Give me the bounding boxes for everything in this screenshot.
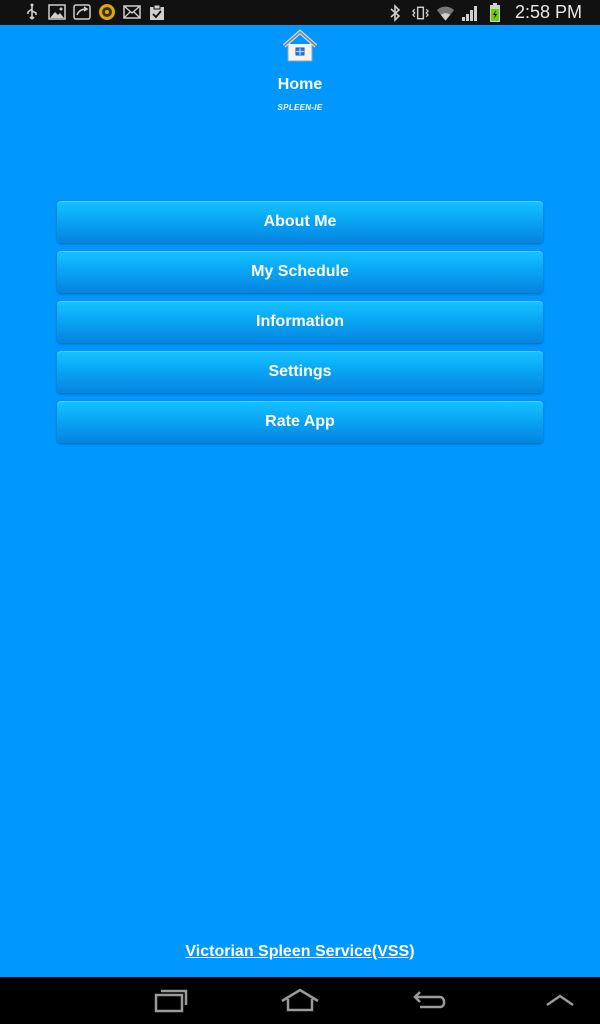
- share-icon: [72, 3, 91, 21]
- about-me-button[interactable]: About Me: [57, 201, 543, 243]
- wifi-icon: [436, 4, 455, 22]
- settings-button[interactable]: Settings: [57, 351, 543, 393]
- home-icon: [282, 29, 318, 63]
- clipboard-check-icon: [147, 3, 166, 21]
- home-icon[interactable]: [278, 985, 322, 1015]
- menu-up-icon[interactable]: [538, 985, 582, 1015]
- usb-icon: [22, 3, 41, 21]
- information-button[interactable]: Information: [57, 301, 543, 343]
- back-icon[interactable]: [408, 985, 452, 1015]
- rate-app-button[interactable]: Rate App: [57, 401, 543, 443]
- notification-icons: [22, 3, 166, 21]
- bluetooth-icon: [386, 3, 405, 22]
- vss-link[interactable]: Victorian Spleen Service(VSS): [0, 943, 600, 961]
- page-title: Home: [277, 76, 323, 93]
- app-icon: [97, 3, 116, 21]
- clock: 2:58 PM: [514, 2, 582, 22]
- page-subtitle: SPLEEN-IE: [277, 103, 323, 112]
- navigation-bar: [0, 977, 600, 1024]
- mail-icon: [122, 3, 141, 21]
- vibrate-icon: [411, 4, 430, 22]
- my-schedule-button[interactable]: My Schedule: [57, 251, 543, 293]
- main-menu: About Me My Schedule Information Setting…: [57, 201, 543, 451]
- recent-apps-icon[interactable]: [149, 985, 193, 1015]
- image-icon: [47, 3, 66, 21]
- battery-charging-icon: [486, 2, 505, 22]
- system-icons: 2:58 PM: [386, 2, 582, 23]
- status-bar: 2:58 PM: [0, 0, 600, 25]
- signal-icon: [461, 4, 480, 22]
- home-screen: Home SPLEEN-IE About Me My Schedule Info…: [0, 25, 600, 977]
